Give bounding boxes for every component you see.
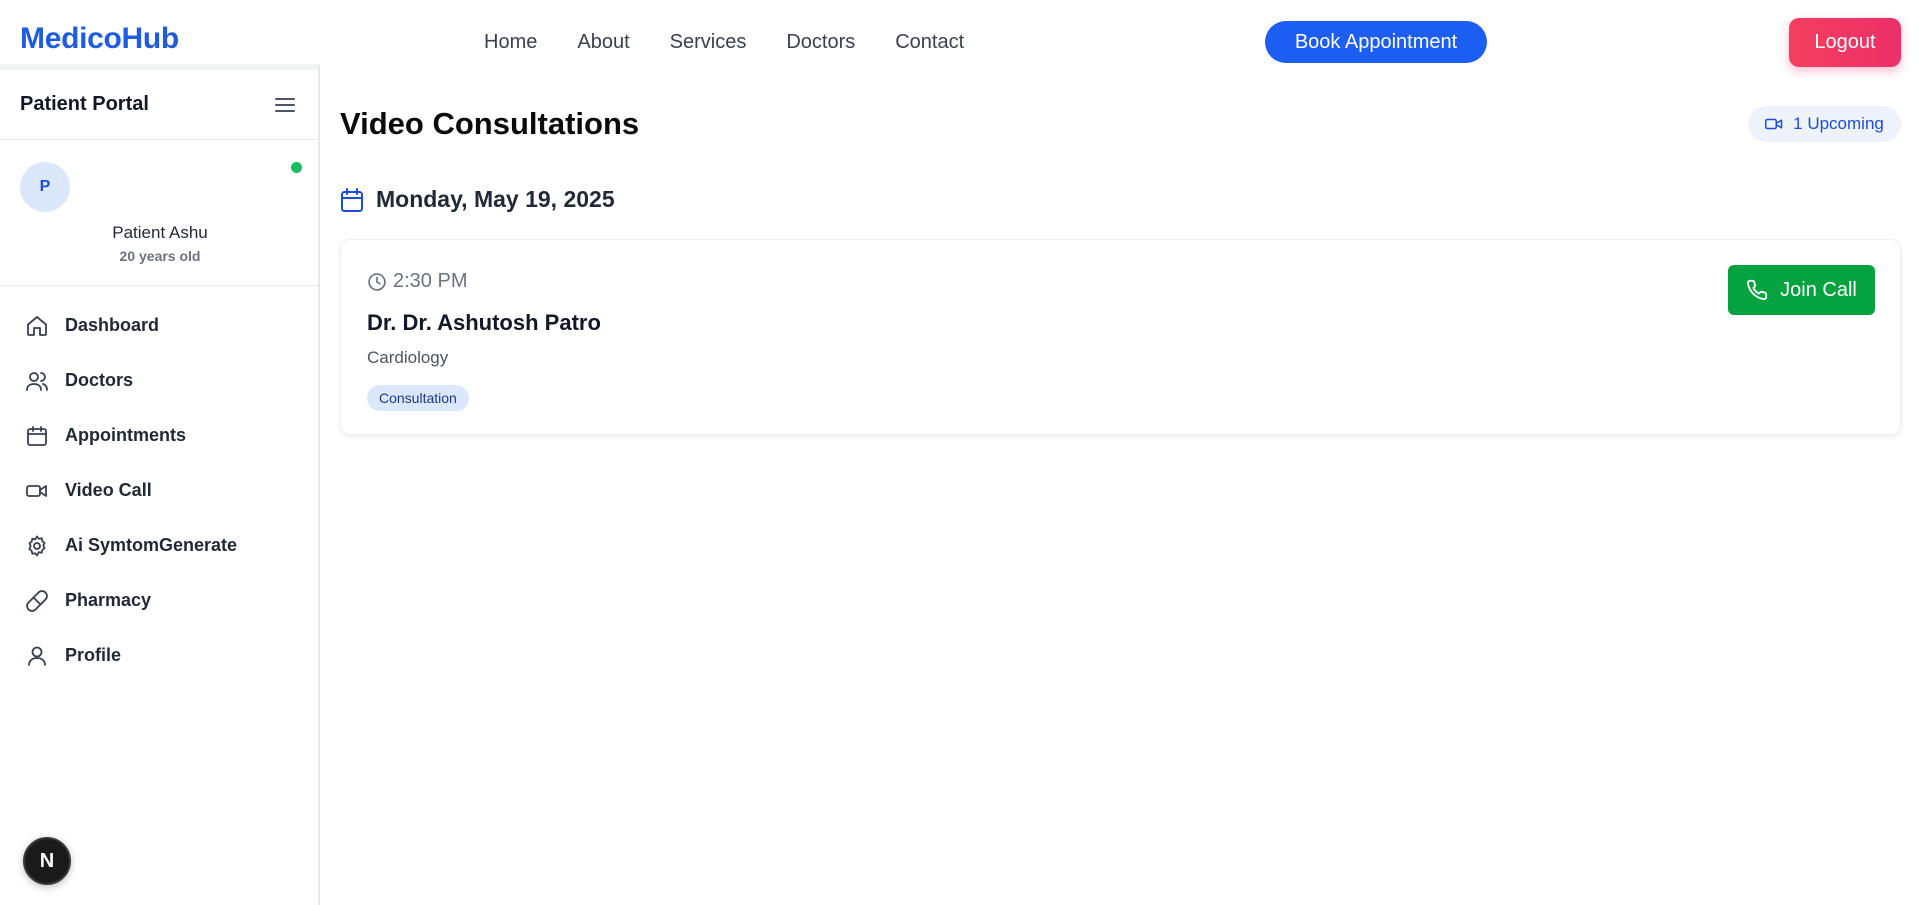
nav-link-home[interactable]: Home xyxy=(484,30,537,54)
patient-age: 20 years old xyxy=(119,248,201,264)
nav-link-doctors[interactable]: Doctors xyxy=(786,30,855,54)
user-icon xyxy=(25,644,49,668)
book-appointment-button[interactable]: Book Appointment xyxy=(1265,21,1487,63)
sidebar-item-label: Appointments xyxy=(65,425,186,445)
appointment-time: 2:30 PM xyxy=(367,270,467,293)
upcoming-count-badge: 1 Upcoming xyxy=(1748,106,1901,142)
sidebar-item-label: Pharmacy xyxy=(65,590,152,610)
sidebar: Patient Portal P Patient Ashu 20 years o… xyxy=(0,64,320,905)
appointment-card: 2:30 PM Dr. Dr. Ashutosh Patro Cardiolog… xyxy=(340,239,1901,435)
users-icon xyxy=(25,369,49,393)
sidebar-item-label: Ai SymtomGenerate xyxy=(65,535,238,555)
main-nav: Home About Services Doctors Contact xyxy=(484,30,964,54)
nav-link-contact[interactable]: Contact xyxy=(895,30,964,54)
sidebar-item-label: Profile xyxy=(65,645,122,665)
sidebar-item-video-call[interactable]: Video Call xyxy=(0,463,318,518)
video-icon xyxy=(25,479,49,503)
top-navbar: MedicoHub Home About Services Doctors Co… xyxy=(0,0,1919,67)
sidebar-item-pharmacy[interactable]: Pharmacy xyxy=(0,573,318,628)
sidebar-item-dashboard[interactable]: Dashboard xyxy=(0,298,318,353)
clock-icon xyxy=(367,272,387,292)
sidebar-item-ai-symptom[interactable]: Ai SymtomGenerate xyxy=(0,518,318,573)
sidebar-header: Patient Portal xyxy=(0,70,318,140)
sidebar-item-profile[interactable]: Profile xyxy=(0,628,318,683)
gear-icon xyxy=(25,534,49,558)
patient-profile-card: P Patient Ashu 20 years old xyxy=(0,140,318,286)
sidebar-item-appointments[interactable]: Appointments xyxy=(0,408,318,463)
menu-icon[interactable] xyxy=(274,96,296,114)
home-icon xyxy=(25,314,49,338)
nav-link-about[interactable]: About xyxy=(577,30,629,54)
doctor-specialty: Cardiology xyxy=(367,348,449,367)
sidebar-item-label: Video Call xyxy=(65,480,152,500)
appointment-type-badge: Consultation xyxy=(367,385,469,411)
avatar: P xyxy=(20,162,70,212)
doctor-name: Dr. Dr. Ashutosh Patro xyxy=(367,310,601,335)
brand-logo[interactable]: MedicoHub xyxy=(20,22,179,56)
sidebar-title: Patient Portal xyxy=(20,93,149,115)
join-call-label: Join Call xyxy=(1780,278,1857,301)
sidebar-item-label: Doctors xyxy=(65,370,134,390)
sidebar-item-label: Dashboard xyxy=(65,315,160,335)
pill-icon xyxy=(25,589,49,613)
logout-button[interactable]: Logout xyxy=(1789,18,1901,67)
video-icon xyxy=(1765,117,1783,131)
sidebar-nav: Dashboard Doctors Appointments Video Cal… xyxy=(0,286,318,683)
appointment-time-text: 2:30 PM xyxy=(393,270,468,292)
date-text: Monday, May 19, 2025 xyxy=(376,186,615,212)
page-title: Video Consultations xyxy=(340,106,640,141)
patient-name: Patient Ashu xyxy=(112,223,208,242)
online-status-dot xyxy=(291,162,302,173)
date-heading: Monday, May 19, 2025 xyxy=(340,186,615,213)
phone-icon xyxy=(1746,279,1768,301)
upcoming-count-text: 1 Upcoming xyxy=(1793,114,1884,133)
join-call-button[interactable]: Join Call xyxy=(1728,265,1875,315)
calendar-icon xyxy=(340,187,364,213)
dev-tools-badge[interactable]: N xyxy=(23,837,71,885)
nav-link-services[interactable]: Services xyxy=(670,30,747,54)
calendar-icon xyxy=(25,424,49,448)
sidebar-item-doctors[interactable]: Doctors xyxy=(0,353,318,408)
